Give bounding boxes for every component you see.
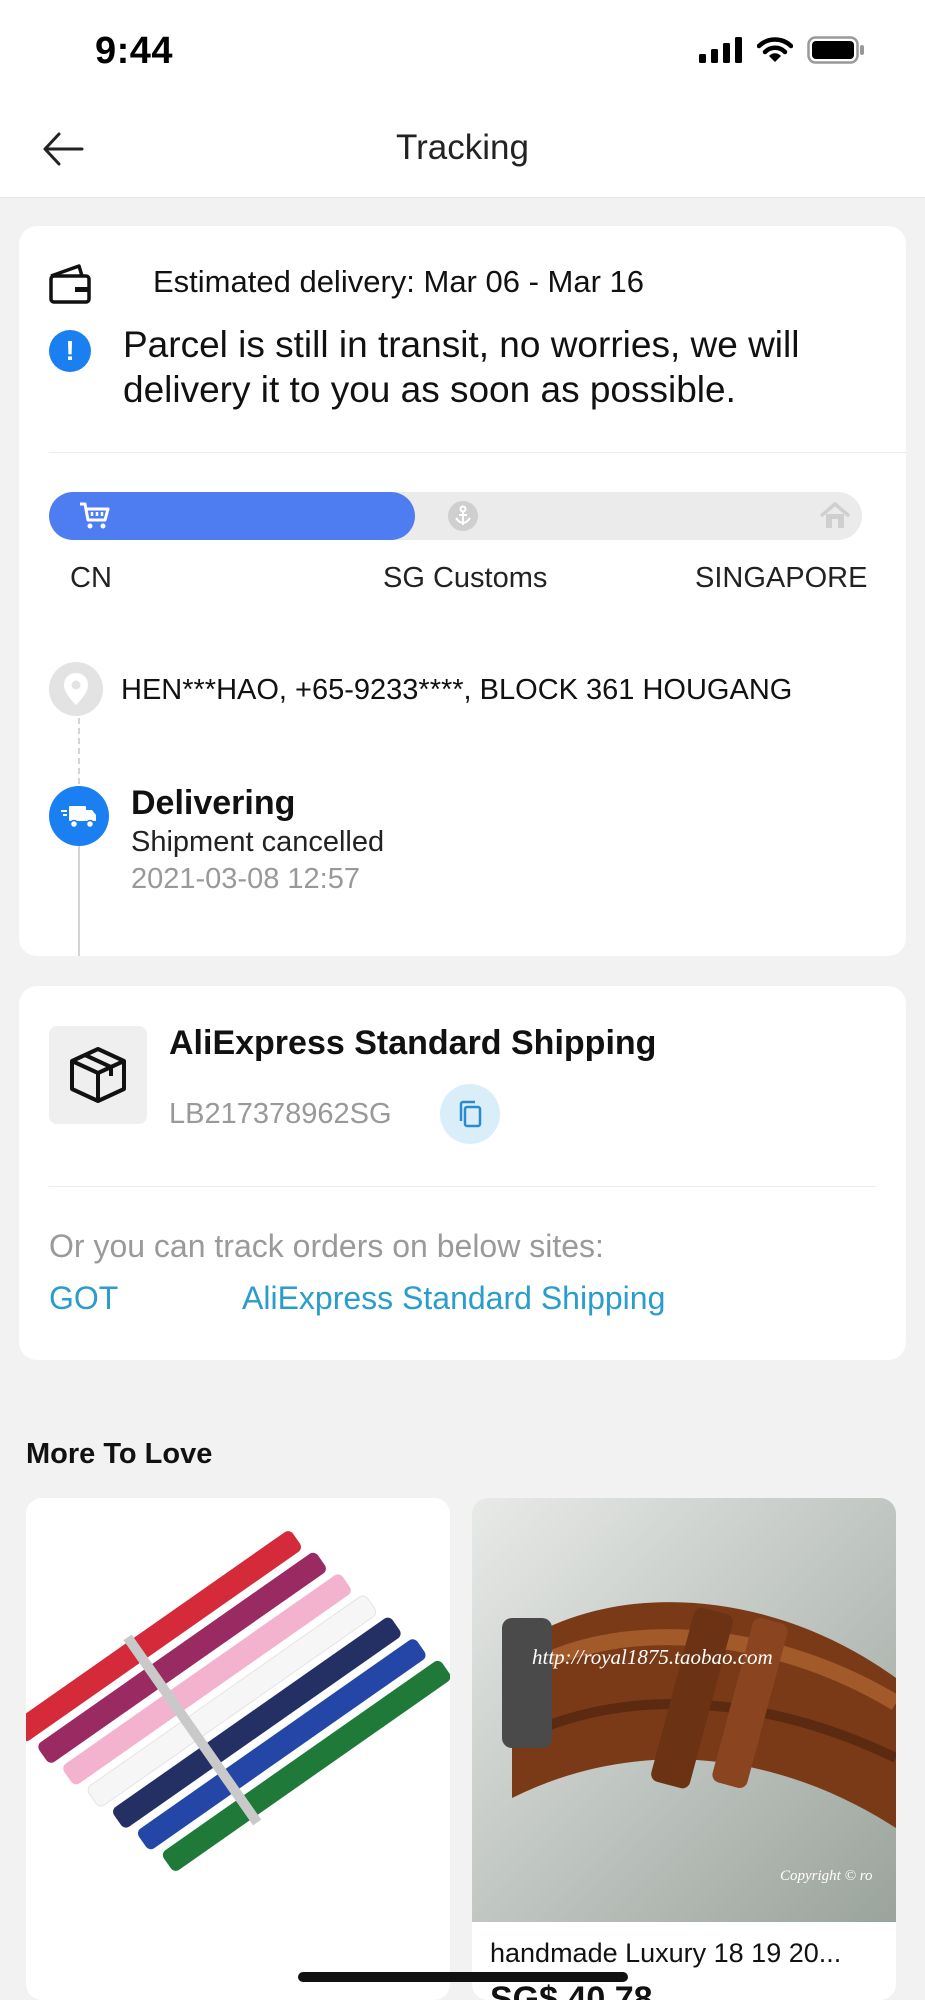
status-icons: [699, 36, 865, 64]
location-pin-icon: [49, 662, 103, 716]
page-title: Tracking: [396, 128, 529, 167]
product-name: handmade Luxury 18 19 20...: [490, 1938, 842, 1968]
product-image: [26, 1498, 450, 1922]
cart-icon: [79, 500, 111, 532]
info-icon: !: [49, 330, 91, 372]
product-image-watermark: http://royal1875.taobao.com: [532, 1645, 773, 1669]
event-title: Delivering: [131, 784, 296, 822]
tracking-number: LB217378962SG: [169, 1098, 392, 1130]
product-card[interactable]: [26, 1498, 450, 2000]
stage-label-customs: SG Customs: [383, 562, 548, 594]
home-indicator[interactable]: [298, 1972, 628, 1982]
nav-header: Tracking: [0, 100, 925, 198]
shipping-card: AliExpress Standard Shipping LB217378962…: [19, 986, 906, 1360]
signal-icon: [699, 37, 742, 63]
delivery-address: HEN***HAO, +65-9233****, BLOCK 361 HOUGA…: [121, 674, 793, 706]
wifi-icon: [757, 37, 793, 62]
product-card[interactable]: http://royal1875.taobao.com Copyright © …: [472, 1498, 896, 2000]
wallet-icon: [49, 264, 91, 304]
customs-icon: [447, 500, 479, 532]
transit-message: Parcel is still in transit, no worries, …: [123, 324, 800, 410]
product-image: http://royal1875.taobao.com Copyright © …: [472, 1498, 896, 1922]
event-time: 2021-03-08 12:57: [131, 863, 360, 895]
truck-icon: [49, 786, 109, 846]
divider: [49, 452, 906, 453]
divider: [49, 1186, 876, 1187]
track-link-got[interactable]: GOT: [49, 1280, 118, 1317]
shipping-method: AliExpress Standard Shipping: [169, 1024, 657, 1062]
product-image-copyright: Copyright © ro: [780, 1868, 873, 1884]
track-link-aliexpress[interactable]: AliExpress Standard Shipping: [242, 1280, 665, 1317]
track-hint: Or you can track orders on below sites:: [49, 1228, 604, 1264]
product-price: SG$ 40.78: [490, 1980, 653, 2000]
stage-label-destination: SINGAPORE: [695, 562, 868, 594]
copy-icon: [459, 1100, 482, 1128]
stage-label-origin: CN: [70, 562, 112, 594]
copy-button[interactable]: [440, 1084, 500, 1144]
battery-icon: [807, 36, 864, 64]
estimated-delivery: Estimated delivery: Mar 06 - Mar 16: [153, 264, 645, 299]
section-title: More To Love: [26, 1438, 213, 1470]
status-time: 9:44: [95, 30, 174, 72]
home-icon: [819, 500, 851, 532]
delivery-card: Estimated delivery: Mar 06 - Mar 16 ! Pa…: [19, 226, 906, 956]
package-box-icon: [49, 1026, 147, 1124]
progress-track: [49, 492, 862, 540]
event-description: Shipment cancelled: [131, 826, 385, 858]
status-bar: 9:44: [0, 0, 925, 100]
